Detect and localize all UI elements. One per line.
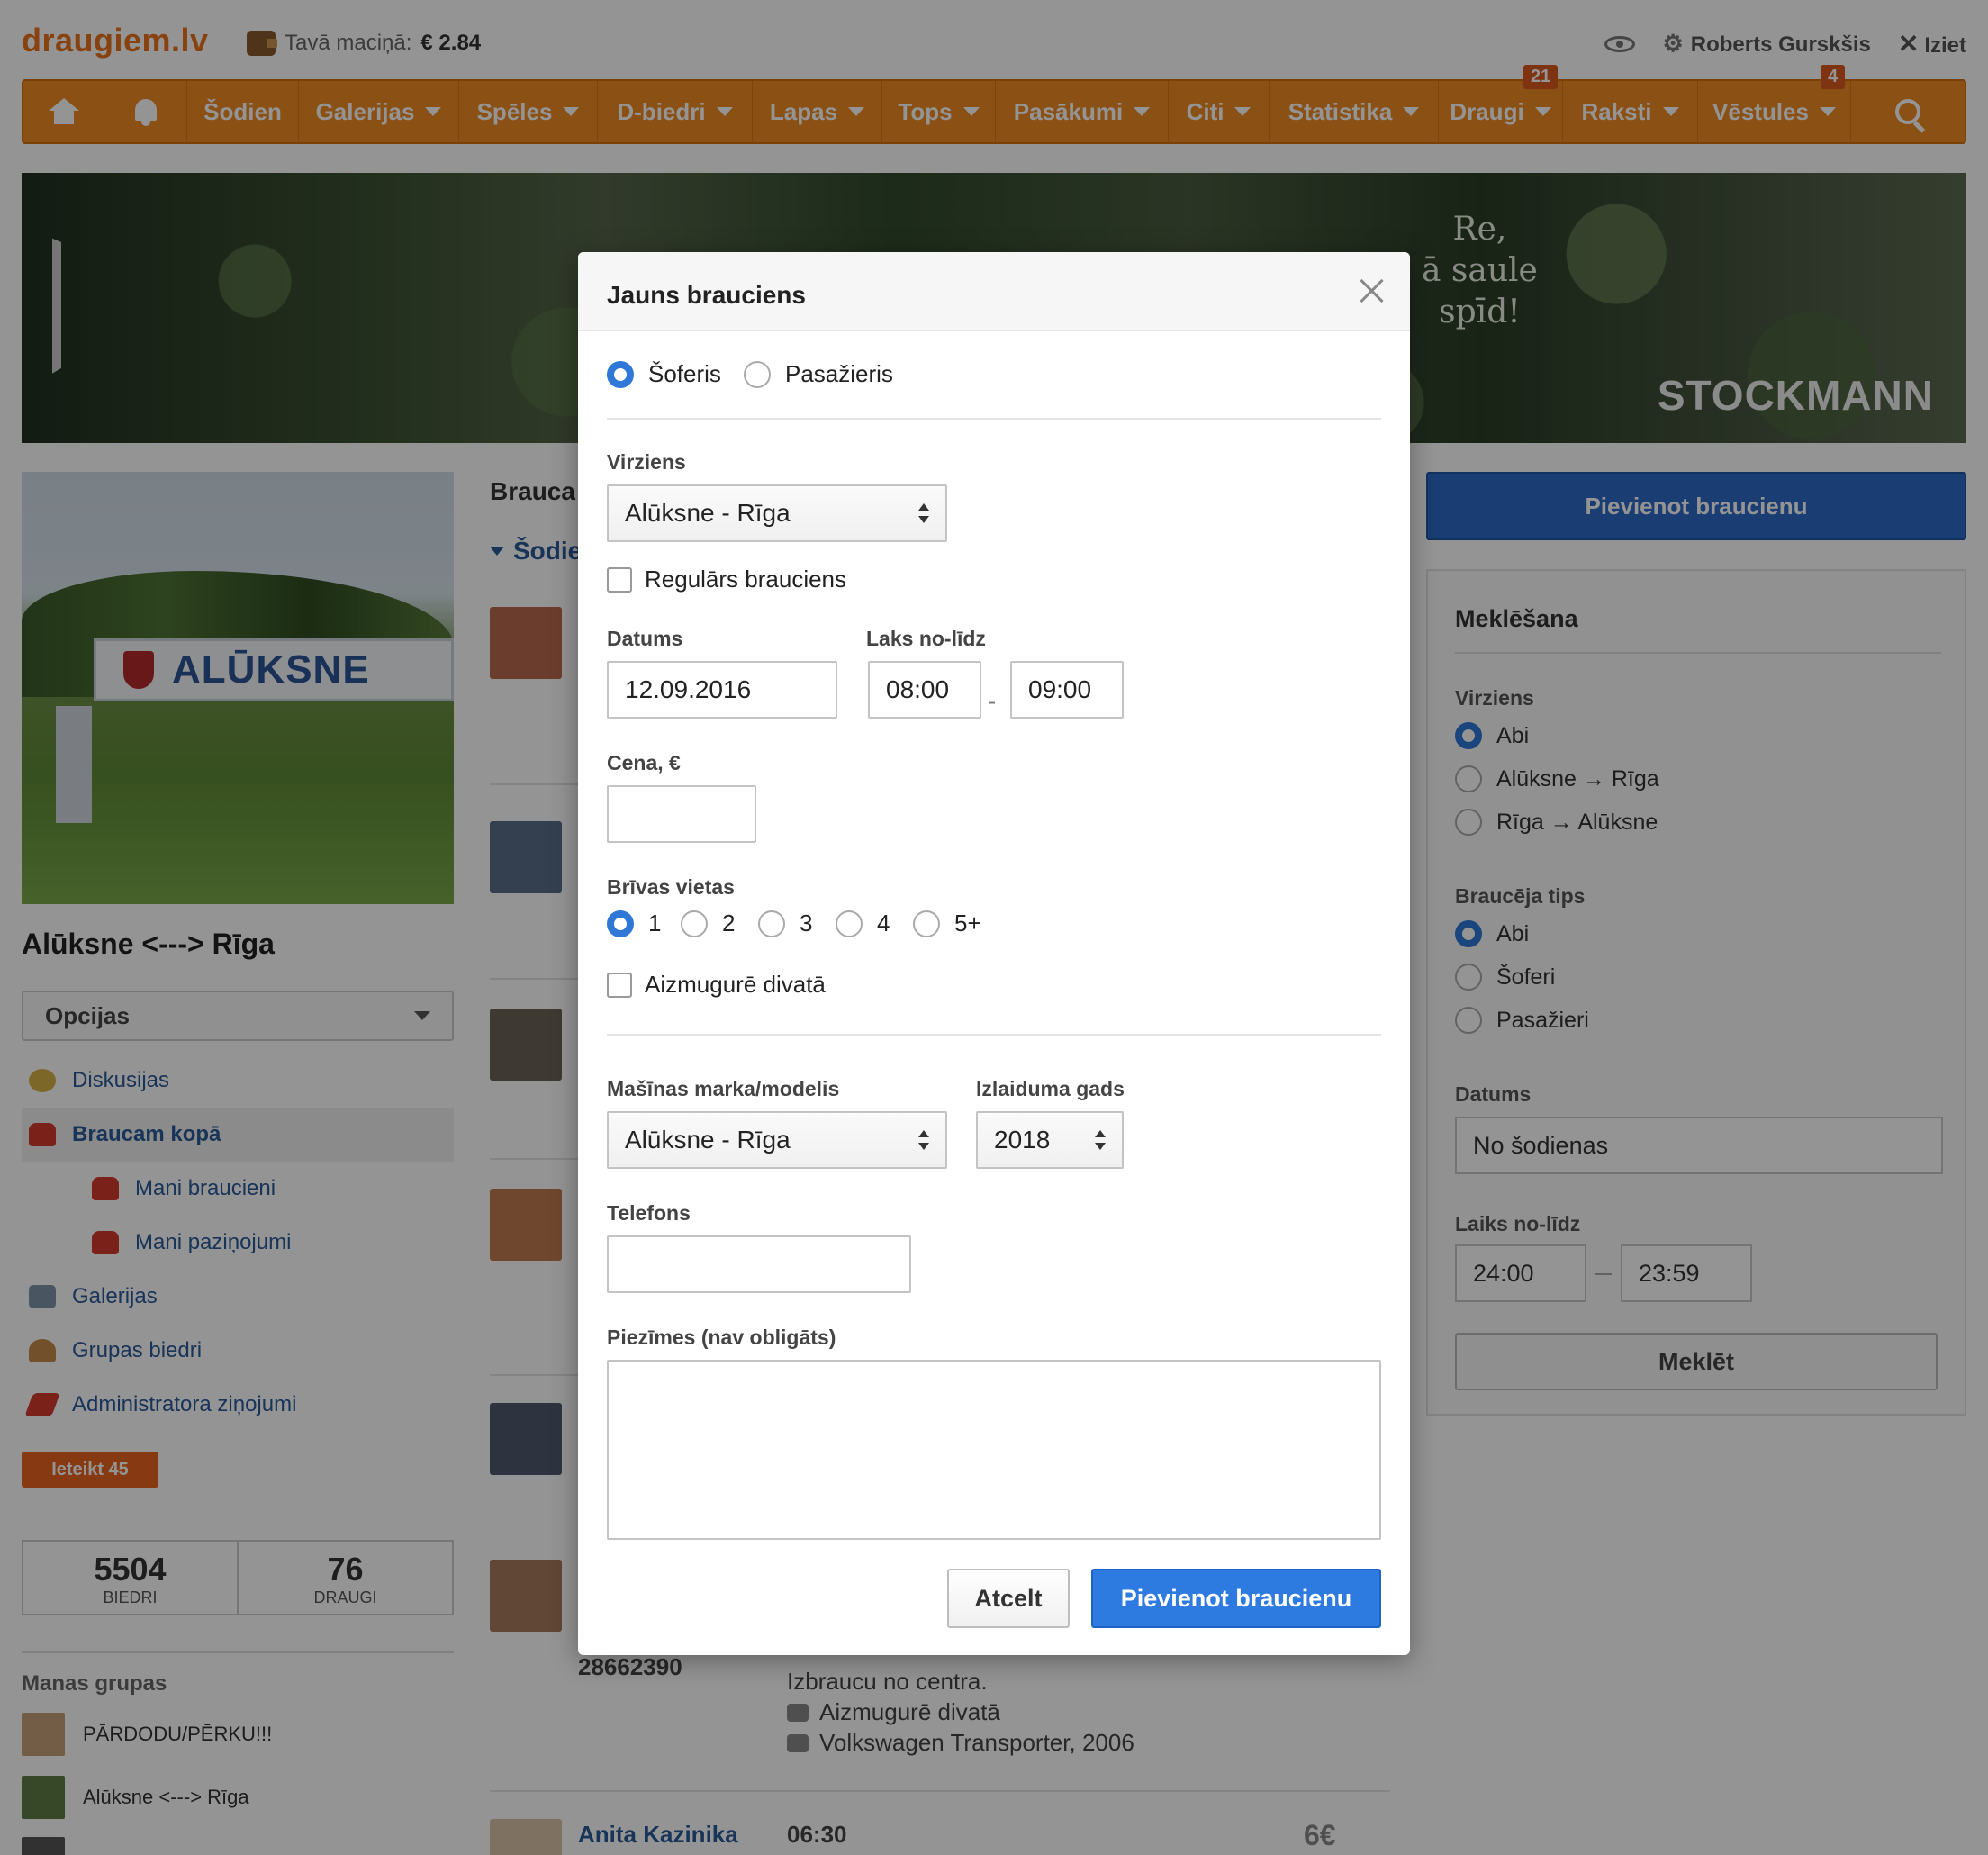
radio-button (681, 909, 708, 937)
regular-ride-checkbox[interactable]: Regulārs brauciens (607, 566, 846, 593)
car-select[interactable]: Alūksne - Rīga (607, 1111, 947, 1169)
new-ride-dialog: Jauns brauciens Šoferis Pasažieris Virzi… (578, 252, 1410, 1655)
radio-label: 3 (800, 909, 813, 937)
seats-option[interactable]: 1 (607, 909, 661, 937)
select-arrows-icon (1095, 1130, 1106, 1150)
checkbox (607, 566, 632, 593)
price-label: Cena, € (607, 751, 681, 774)
dialog-title: Jauns brauciens (607, 281, 806, 309)
radio-label: 5+ (954, 909, 981, 937)
price-input[interactable] (607, 785, 756, 843)
seats-option[interactable]: 2 (681, 909, 735, 937)
checkbox-label: Regulārs brauciens (645, 566, 847, 593)
direction-select[interactable]: Alūksne - Rīga (607, 484, 947, 542)
divider (607, 1034, 1381, 1036)
radio-button (607, 360, 634, 388)
radio-label: Pasažieris (785, 360, 893, 387)
seats-label: Brīvas vietas (607, 875, 735, 899)
direction-label: Virziens (607, 450, 686, 474)
seats-option[interactable]: 3 (758, 909, 812, 937)
role-passenger-option[interactable]: Pasažieris (744, 360, 893, 388)
seats-option[interactable]: 5+ (913, 909, 981, 937)
radio-button (913, 909, 940, 937)
car-label: Mašīnas marka/modelis (607, 1077, 840, 1100)
close-icon[interactable] (1360, 277, 1385, 303)
submit-ride-button[interactable]: Pievienot braucienu (1091, 1569, 1381, 1628)
radio-label: Šoferis (648, 360, 721, 387)
role-driver-option[interactable]: Šoferis (607, 360, 721, 388)
radio-button (607, 909, 634, 937)
seats-option[interactable]: 4 (836, 909, 890, 937)
select-arrows-icon (918, 1130, 929, 1150)
divider (607, 418, 1381, 420)
radio-button (758, 909, 785, 937)
range-dash: - (989, 690, 996, 714)
radio-label: 2 (722, 909, 736, 937)
radio-label: 1 (648, 909, 662, 937)
year-label: Izlaiduma gads (976, 1077, 1125, 1100)
time-to-input[interactable]: 09:00 (1010, 661, 1124, 719)
year-select[interactable]: 2018 (976, 1111, 1124, 1169)
time-label: Laks no-līdz (866, 627, 986, 650)
radio-button (836, 909, 863, 937)
time-from-input[interactable]: 08:00 (868, 661, 981, 719)
checkbox-label: Aizmugurē divatā (645, 971, 826, 998)
date-label: Datums (607, 627, 683, 650)
dialog-header: Jauns brauciens (578, 252, 1410, 331)
select-value: 2018 (994, 1126, 1051, 1154)
date-input[interactable]: 12.09.2016 (607, 661, 837, 719)
select-arrows-icon (918, 503, 929, 523)
select-value: Alūksne - Rīga (625, 499, 791, 527)
phone-label: Telefons (607, 1201, 691, 1225)
notes-label: Piezīmes (nav obligāts) (607, 1326, 836, 1349)
radio-button (744, 360, 771, 388)
radio-label: 4 (877, 909, 890, 937)
backseat-checkbox[interactable]: Aizmugurē divatā (607, 971, 826, 999)
select-value: Alūksne - Rīga (625, 1126, 791, 1154)
notes-textarea[interactable] (607, 1360, 1381, 1540)
cancel-button[interactable]: Atcelt (947, 1569, 1070, 1628)
phone-input[interactable] (607, 1235, 911, 1293)
checkbox (607, 972, 632, 998)
